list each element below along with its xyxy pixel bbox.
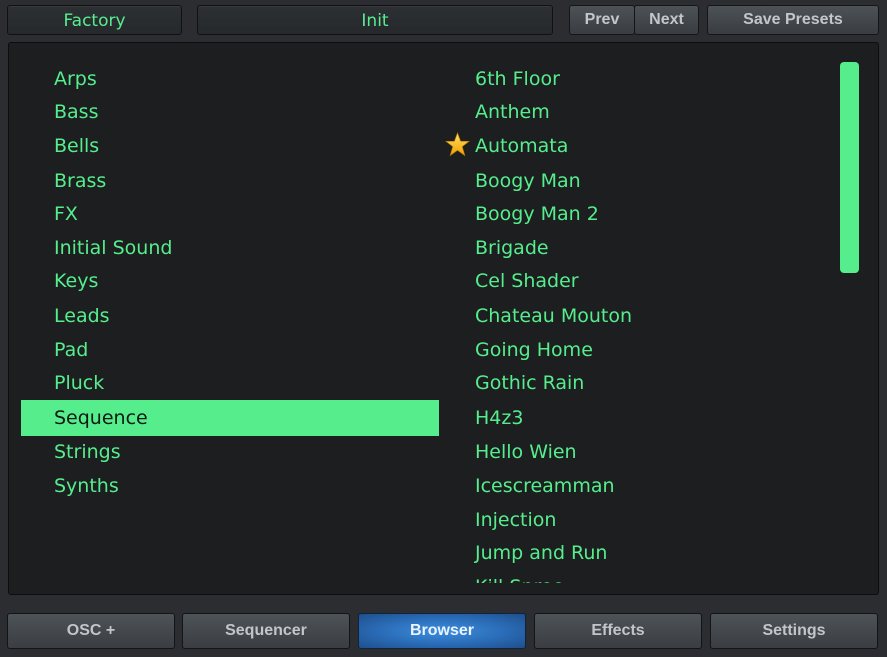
bank-field[interactable]: Factory (7, 5, 182, 35)
preset-item-chateau-mouton[interactable]: Chateau Mouton (475, 299, 632, 333)
preset-item-boogy-man[interactable]: Boogy Man (475, 164, 581, 198)
preset-item-cel-shader[interactable]: Cel Shader (475, 264, 579, 298)
tab-settings[interactable]: Settings (710, 613, 878, 649)
preset-item-hello-wien[interactable]: Hello Wien (475, 435, 577, 469)
preset-item-h4z3[interactable]: H4z3 (475, 401, 523, 435)
tab-browser[interactable]: Browser (358, 613, 526, 649)
tab-sequencer[interactable]: Sequencer (182, 613, 350, 649)
preset-item-brigade[interactable]: Brigade (475, 231, 549, 265)
preset-item-icescreamman[interactable]: Icescreamman (475, 469, 615, 503)
preset-item-boogy-man-2[interactable]: Boogy Man 2 (475, 197, 599, 231)
preset-item-gothic-rain[interactable]: Gothic Rain (475, 366, 584, 400)
tab-osc[interactable]: OSC + (7, 613, 175, 649)
preset-item-6th-floor[interactable]: 6th Floor (475, 62, 560, 96)
tab-effects[interactable]: Effects (534, 613, 702, 649)
preset-list: 6th Floor Anthem Automata Boogy Man Boog… (9, 43, 878, 583)
preset-name-field[interactable]: Init (197, 5, 553, 35)
prev-button[interactable]: Prev (569, 5, 635, 35)
next-button[interactable]: Next (634, 5, 699, 35)
preset-item-kill-spree[interactable]: Kill Spree (475, 570, 564, 583)
preset-item-anthem[interactable]: Anthem (475, 95, 550, 129)
star-icon[interactable] (445, 132, 470, 157)
browser-panel: Arps Bass Bells Brass FX Initial Sound K… (8, 42, 879, 595)
preset-item-jump-and-run[interactable]: Jump and Run (475, 536, 607, 570)
preset-item-going-home[interactable]: Going Home (475, 333, 593, 367)
save-presets-button[interactable]: Save Presets (707, 5, 879, 35)
preset-item-injection[interactable]: Injection (475, 503, 556, 537)
preset-item-automata[interactable]: Automata (475, 129, 568, 163)
preset-scrollbar[interactable] (840, 62, 859, 273)
